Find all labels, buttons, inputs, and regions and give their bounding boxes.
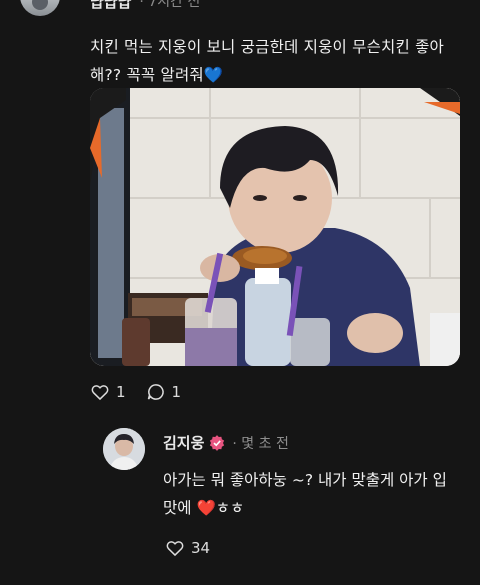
reply-header: 김지웅 · 몇 초 전	[163, 432, 289, 453]
blue-heart-emoji: 💙	[203, 66, 224, 84]
reply-like-count: 34	[191, 539, 211, 557]
heart-outline-icon	[91, 385, 109, 401]
verified-badge-icon	[210, 434, 225, 451]
post-image[interactable]	[90, 88, 460, 366]
post-actions: 1 1	[90, 382, 201, 402]
post-like-button[interactable]: 1	[90, 382, 126, 402]
reply-author-name[interactable]: 김지웅	[163, 432, 204, 453]
reply-body: 아가는 뭐 좋아하눙 ~? 내가 맞출게 아가 입맛에 ❤️ㅎㅎ	[163, 466, 453, 522]
post-header: 냡냡냡 · 7시간 전	[20, 0, 200, 16]
comment-bubble-icon	[147, 384, 164, 400]
reply-like-button[interactable]: 34	[165, 538, 210, 558]
post-text: 치킨 먹는 지웅이 보니 궁금한데 지웅이 무슨치킨 좋아해?? 꼭꼭 알려줘	[90, 38, 445, 84]
post-author-avatar[interactable]	[20, 0, 60, 16]
post-author-name[interactable]: 냡냡냡	[90, 0, 131, 12]
reply-text-tail: ㅎㅎ	[215, 499, 245, 517]
post-like-count: 1	[116, 383, 126, 401]
reply-timestamp: · 몇 초 전	[232, 435, 289, 452]
post-comment-count: 1	[171, 383, 182, 401]
heart-outline-icon	[166, 541, 184, 557]
photo-illustration	[90, 88, 460, 366]
avatar-image	[103, 428, 145, 470]
red-heart-emoji: ❤️	[196, 499, 216, 517]
post-body: 치킨 먹는 지웅이 보니 궁금한데 지웅이 무슨치킨 좋아해?? 꼭꼭 알려줘💙	[90, 33, 460, 89]
post-timestamp: · 7시간 전	[139, 0, 201, 10]
post-comment-button[interactable]: 1	[146, 382, 182, 402]
reply-author-avatar[interactable]	[103, 428, 145, 470]
thread-view: 냡냡냡 · 7시간 전 치킨 먹는 지웅이 보니 궁금한데 지웅이 무슨치킨 좋…	[0, 0, 480, 585]
